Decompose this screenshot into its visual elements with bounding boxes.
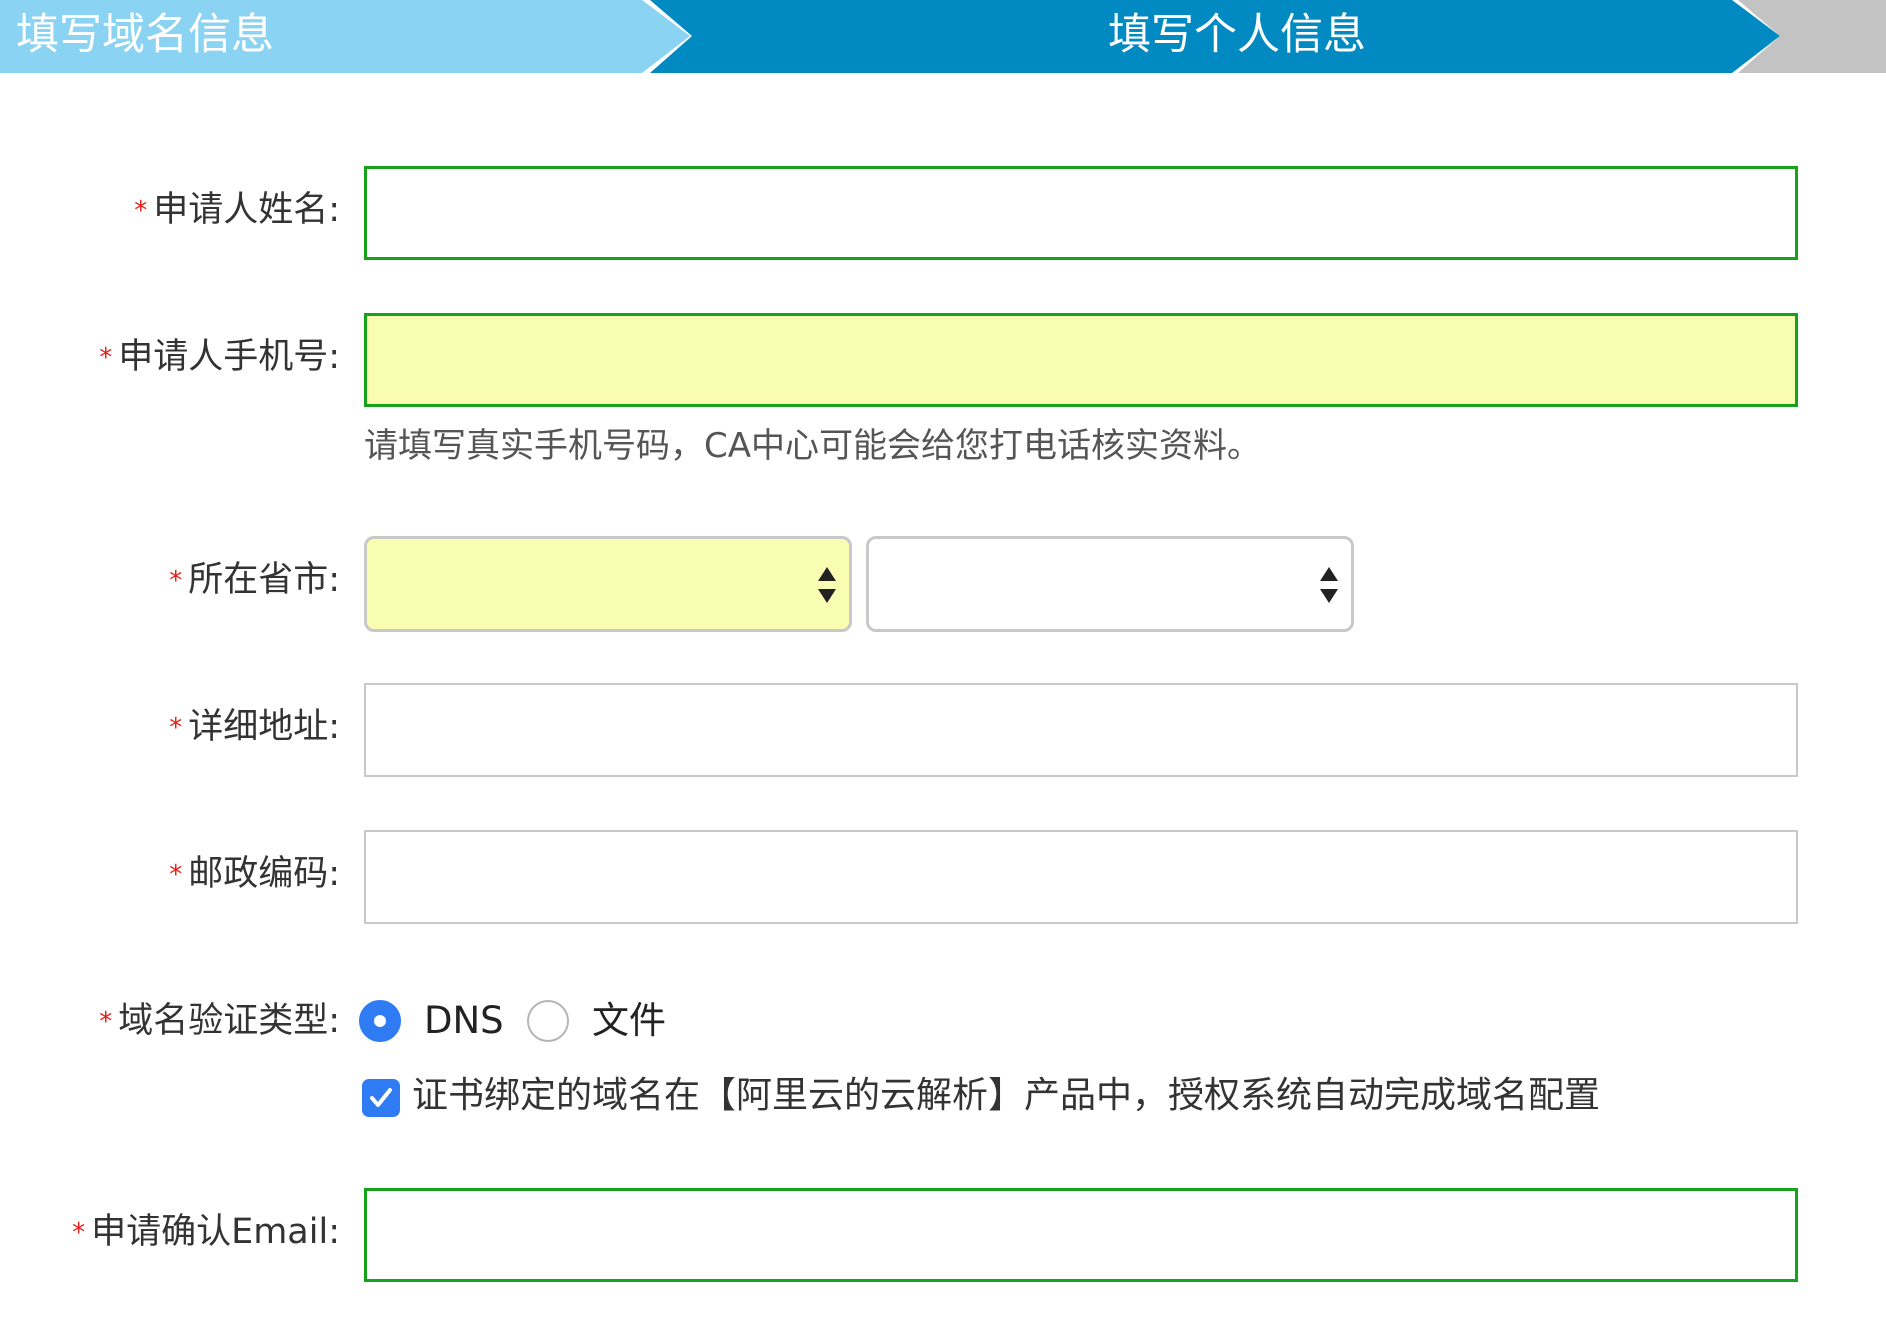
name-input[interactable] (364, 166, 1798, 260)
required-mark: * (169, 860, 183, 890)
step-label: 填写个人信息 (1108, 10, 1366, 60)
email-input[interactable] (364, 1188, 1798, 1282)
name-label: * 申请人姓名: (134, 190, 340, 230)
select-arrows-icon (818, 567, 836, 603)
file-radio-label[interactable]: 文件 (592, 999, 666, 1043)
verify-type-label: * 域名验证类型: (99, 1001, 340, 1041)
phone-hint: 请填写真实手机号码，CA中心可能会给您打电话核实资料。 (364, 426, 1261, 466)
step-label: 填写域名信息 (16, 10, 274, 60)
region-label: * 所在省市: (169, 560, 340, 600)
postcode-label: * 邮政编码: (169, 854, 340, 894)
required-mark: * (134, 196, 148, 226)
email-label: * 申请确认Email: (72, 1212, 340, 1252)
required-mark: * (169, 713, 183, 743)
address-label: * 详细地址: (169, 707, 340, 747)
step-domain-info: 填写域名信息 (0, 0, 690, 73)
postcode-input[interactable] (364, 830, 1798, 924)
auto-config-label[interactable]: 证书绑定的域名在【阿里云的云解析】产品中，授权系统自动完成域名配置 (412, 1072, 1600, 1120)
city-select[interactable] (866, 536, 1354, 632)
file-radio[interactable] (527, 1000, 569, 1042)
required-mark: * (99, 1007, 113, 1037)
dns-radio[interactable] (359, 1000, 401, 1042)
step-bar: 填写域名信息 填写个人信息 (0, 0, 1886, 73)
province-select[interactable] (364, 536, 852, 632)
auto-config-checkbox[interactable] (362, 1079, 400, 1117)
select-arrows-icon (1320, 567, 1338, 603)
required-mark: * (169, 566, 183, 596)
required-mark: * (72, 1218, 86, 1248)
step-personal-info: 填写个人信息 (650, 0, 1780, 73)
required-mark: * (99, 343, 113, 373)
checkmark-icon (370, 1088, 392, 1107)
phone-input[interactable] (364, 313, 1798, 407)
dns-radio-label[interactable]: DNS (424, 999, 504, 1043)
address-input[interactable] (364, 683, 1798, 777)
phone-label: * 申请人手机号: (99, 337, 340, 377)
